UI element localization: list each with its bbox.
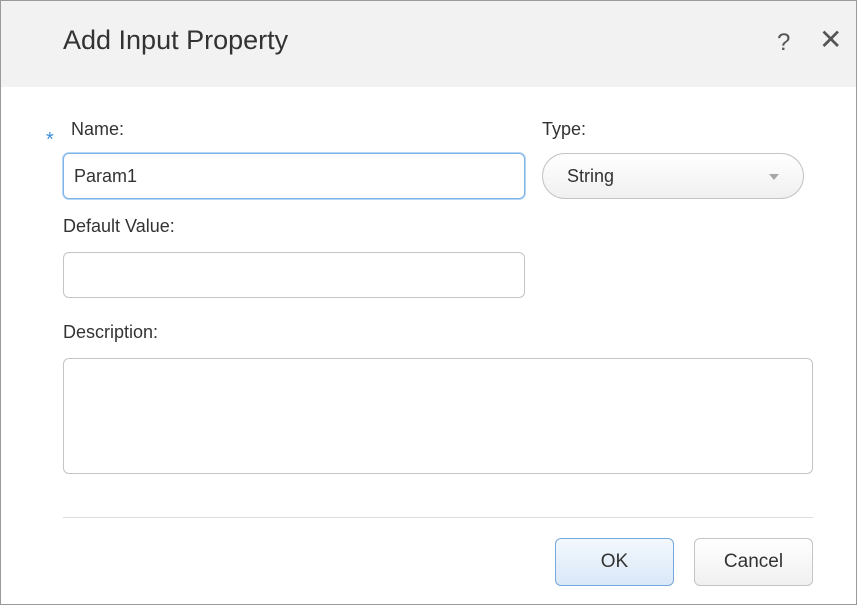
type-select[interactable]: String — [542, 153, 804, 199]
ok-button[interactable]: OK — [555, 538, 674, 586]
chevron-down-icon — [769, 174, 779, 180]
default-value-input[interactable] — [63, 252, 525, 298]
dialog-titlebar: Add Input Property ? ✕ — [1, 1, 856, 87]
add-input-property-dialog: Add Input Property ? ✕ * Name: Type: Str… — [0, 0, 857, 605]
close-icon[interactable]: ✕ — [819, 26, 842, 54]
dialog-title: Add Input Property — [63, 25, 289, 55]
default-value-label: Default Value: — [63, 216, 175, 236]
description-textarea[interactable] — [63, 358, 813, 474]
name-input[interactable] — [63, 153, 525, 199]
type-select-value: String — [567, 166, 615, 186]
footer-divider — [63, 517, 813, 518]
name-label: Name: — [71, 119, 125, 139]
help-icon[interactable]: ? — [777, 29, 790, 57]
required-marker: * — [46, 129, 54, 151]
type-label: Type: — [542, 119, 587, 139]
cancel-button[interactable]: Cancel — [694, 538, 813, 586]
description-label: Description: — [63, 322, 159, 342]
